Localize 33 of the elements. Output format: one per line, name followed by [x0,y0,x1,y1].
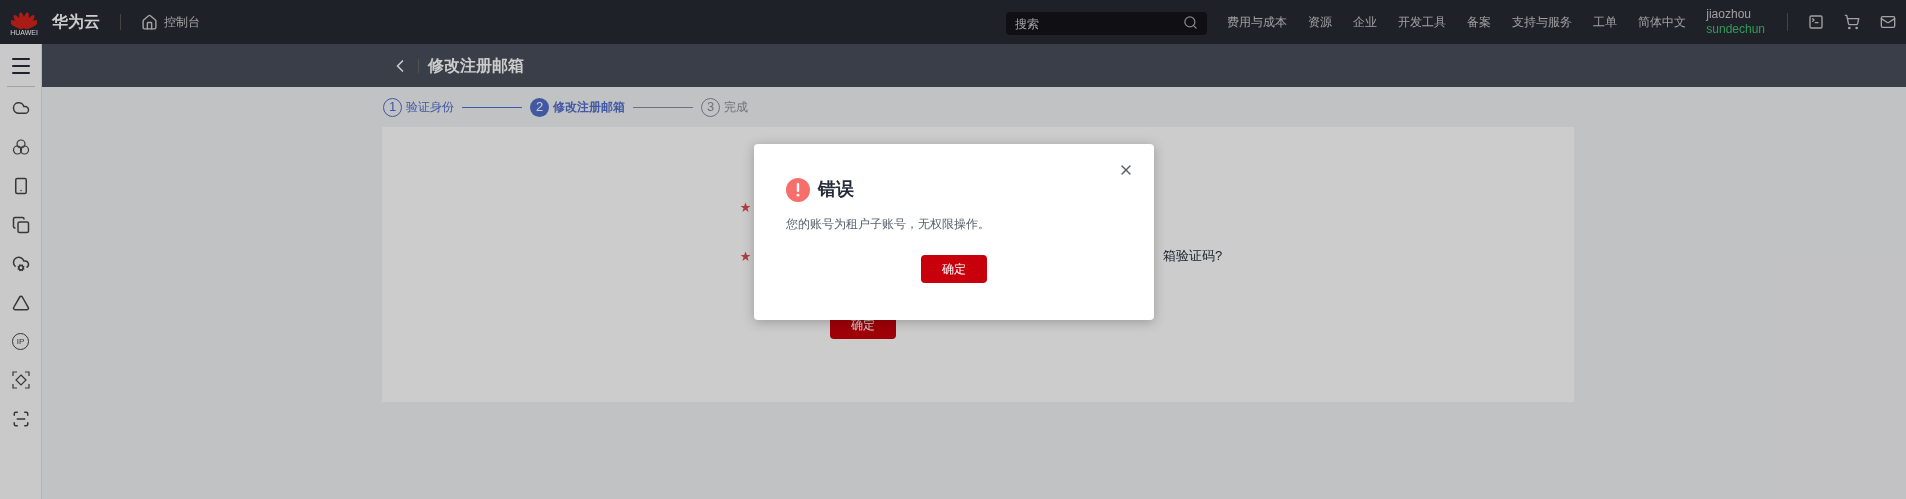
cart-icon[interactable] [1844,14,1860,30]
step-number: 2 [530,97,549,117]
scan-icon[interactable] [11,410,30,428]
step-label: 验证身份 [406,99,454,116]
copy-icon[interactable] [11,216,30,234]
search-field[interactable]: 搜索 [1006,12,1208,35]
nav-link[interactable]: 简体中文 [1638,13,1687,31]
terminal-icon[interactable] [1808,14,1824,30]
mail-icon[interactable] [1880,14,1896,30]
circles-icon[interactable] [11,138,30,156]
dialog-message: 您的账号为租户子账号，无权限操作。 [786,216,991,233]
brand-name[interactable]: 华为云 [52,10,100,34]
step-label: 完成 [724,99,748,116]
verification-code-link[interactable]: 箱验证码? [1163,246,1223,266]
cloud-icon[interactable] [11,99,30,117]
console-link[interactable]: 控制台 [164,13,200,31]
nav-link[interactable]: 支持与服务 [1512,13,1573,31]
nav-link[interactable]: 备案 [1467,13,1492,31]
step-label: 修改注册邮箱 [553,99,625,116]
dialog-title: 错误 [818,178,854,201]
nav-link[interactable]: 费用与成本 [1227,13,1288,31]
nav-link[interactable]: 企业 [1353,13,1378,31]
search-icon[interactable] [1183,14,1199,30]
dialog-confirm-button[interactable]: 确定 [921,255,987,283]
error-icon [786,177,810,202]
nav-link[interactable]: 开发工具 [1398,13,1447,31]
user-name[interactable]: sundechun [1706,22,1765,37]
page-title: 修改注册邮箱 [428,55,524,76]
nav-link[interactable]: 资源 [1308,13,1333,31]
home-icon[interactable] [141,13,158,31]
account-name[interactable]: jiaozhou [1706,7,1765,22]
nav-link[interactable]: 工单 [1593,13,1618,31]
diamond-frame-icon[interactable] [11,371,30,389]
